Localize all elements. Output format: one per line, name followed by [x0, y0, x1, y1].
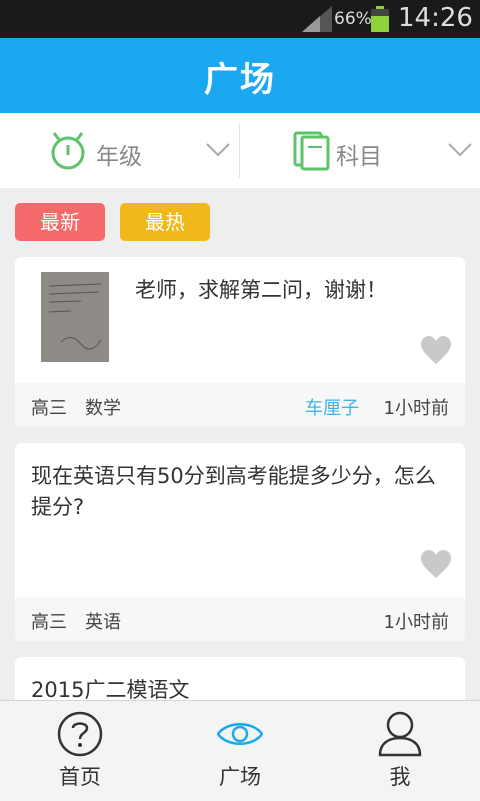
books-icon — [293, 131, 330, 171]
post-author[interactable]: 车厘子 — [305, 394, 359, 420]
heart-icon[interactable] — [420, 335, 452, 365]
tab-newest[interactable]: 最新 — [15, 203, 105, 241]
post-meta: 高三 数学 车厘子 1小时前 — [15, 383, 465, 427]
signal-icon — [302, 6, 332, 32]
post-card[interactable]: 老师，求解第二问，谢谢！ 高三 数学 车厘子 1小时前 — [15, 257, 465, 427]
post-subject: 英语 — [85, 612, 121, 633]
post-text: 老师，求解第二问，谢谢！ — [135, 278, 387, 302]
heart-icon[interactable] — [420, 549, 452, 579]
user-icon — [378, 711, 422, 757]
grade-filter-label: 年级 — [96, 144, 142, 170]
post-image[interactable] — [41, 272, 109, 362]
chevron-down-icon — [206, 143, 230, 157]
clock: 14:26 — [398, 3, 473, 33]
battery-icon — [371, 6, 389, 32]
status-bar: 66% 14:26 — [0, 0, 480, 38]
chevron-down-icon — [448, 143, 472, 157]
post-subject: 数学 — [85, 398, 121, 419]
post-time: 1小时前 — [383, 398, 449, 419]
subject-filter-label: 科目 — [336, 144, 382, 170]
question-circle-icon — [57, 711, 103, 757]
alarm-clock-icon — [51, 132, 85, 170]
post-card[interactable]: 现在英语只有50分到高考能提多少分，怎么提分? 高三 英语 1小时前 — [15, 443, 465, 641]
app-bar: 广场 — [0, 38, 480, 113]
nav-plaza-label: 广场 — [219, 765, 261, 789]
post-time: 1小时前 — [383, 612, 449, 633]
subject-filter[interactable]: 科目 — [240, 113, 480, 188]
post-text: 现在英语只有50分到高考能提多少分，怎么提分? — [31, 464, 436, 519]
nav-home-label: 首页 — [59, 765, 101, 789]
nav-me-label: 我 — [389, 765, 411, 789]
post-image-thumbnail — [41, 272, 109, 362]
bottom-nav: 首页 广场 我 — [0, 700, 480, 801]
nav-me[interactable]: 我 — [320, 701, 480, 801]
nav-plaza[interactable]: 广场 — [160, 701, 320, 801]
grade-filter[interactable]: 年级 — [0, 113, 240, 188]
post-meta: 高三 英语 1小时前 — [15, 597, 465, 641]
page-title: 广场 — [204, 60, 276, 100]
eye-icon — [217, 723, 263, 745]
filter-bar: 年级 科目 — [0, 113, 480, 188]
nav-home[interactable]: 首页 — [0, 701, 160, 801]
post-grade: 高三 — [31, 398, 67, 419]
battery-percent: 66% — [334, 9, 372, 29]
post-grade: 高三 — [31, 612, 67, 633]
tab-hottest[interactable]: 最热 — [120, 203, 210, 241]
